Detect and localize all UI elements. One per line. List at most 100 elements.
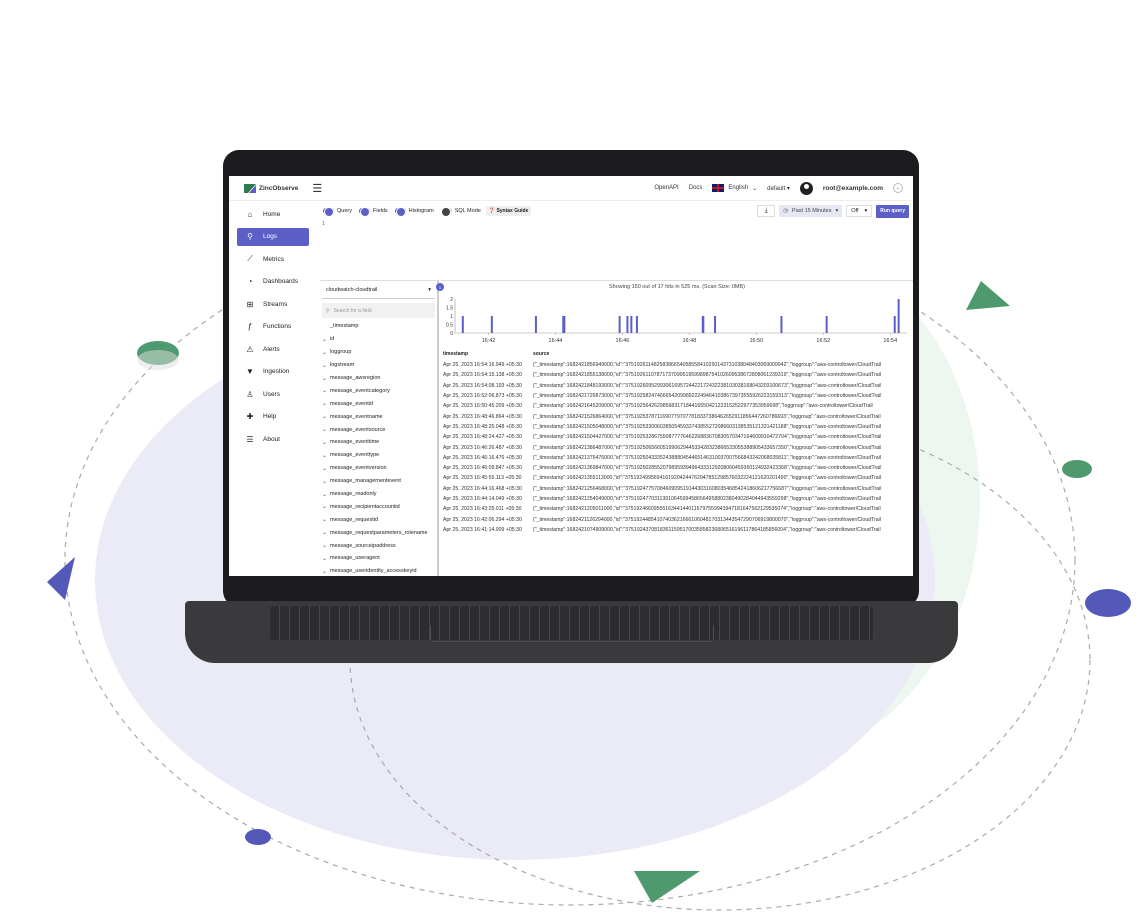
table-row[interactable]: Apr 25, 2023 16:45:55.113 +05:30 {"_times… <box>441 473 913 483</box>
histogram-bar <box>635 316 638 333</box>
syntax-guide-button[interactable]: ❓ Syntax Guide <box>485 206 532 216</box>
table-row[interactable]: Apr 25, 2023 16:54:15.138 +05:30 {"_times… <box>441 370 913 380</box>
sql-mode-toggle-label: SQL Mode <box>454 208 481 214</box>
openapi-link[interactable]: OpenAPI <box>654 185 678 191</box>
user-email[interactable]: root@example.com <box>823 185 883 192</box>
uk-flag-icon <box>712 184 725 192</box>
download-icon: ⤓ <box>764 207 768 214</box>
sidebar-item-about[interactable]: ☰ About <box>237 430 309 448</box>
chevron-down-icon: ⌄ <box>322 388 328 395</box>
field-item[interactable]: ⌄ message_useridentity_accesskeyid <box>320 565 437 576</box>
field-item[interactable]: ⌄ message_eventtype <box>320 449 437 462</box>
chevron-down-icon: ⌄ <box>322 427 328 434</box>
refresh-interval-selector[interactable]: Off ▾ <box>846 205 873 217</box>
histogram-chart: 2 1.5 1 0.5 0 16:42 16:44 16:46 16:48 16:50 16:52 1… <box>446 297 907 344</box>
table-row[interactable]: Apr 25, 2023 16:46:09.847 +05:30 {"_times… <box>441 463 913 473</box>
field-item[interactable]: ⌄ message_recipientaccountid <box>320 500 437 513</box>
table-row[interactable]: Apr 25, 2023 16:42:06.294 +05:30 {"_times… <box>441 514 913 524</box>
sql-mode-toggle[interactable] <box>440 207 452 217</box>
sidebar-item-home[interactable]: ⌂ Home <box>237 205 309 223</box>
app-window: ZincObserve ☰ OpenAPI Docs English ⌄ def… <box>229 176 913 576</box>
field-item[interactable]: ⌄ message_managementevent <box>320 475 437 488</box>
field-item[interactable]: ⌄ message_useragent <box>320 552 437 565</box>
field-item[interactable]: _timestamp <box>320 320 437 333</box>
histogram-toggle[interactable] <box>394 207 406 217</box>
table-icon: ⊞ <box>246 299 254 309</box>
table-row[interactable]: Apr 25, 2023 16:50:45.209 +05:30 {"_times… <box>441 401 913 411</box>
table-row[interactable]: Apr 25, 2023 16:44:14.049 +05:30 {"_times… <box>441 494 913 504</box>
laptop-trackpad <box>430 625 714 642</box>
table-row[interactable]: Apr 25, 2023 16:46:26.487 +05:30 {"_times… <box>441 442 913 452</box>
menu-icon[interactable]: ☰ <box>312 182 322 195</box>
table-row[interactable]: Apr 25, 2023 16:41:14.909 +05:30 {"_times… <box>441 525 913 535</box>
field-item[interactable]: ⌄ message_requestparameters_rolename <box>320 526 437 539</box>
table-row[interactable]: Apr 25, 2023 16:43:25.011 +05:30 {"_times… <box>441 504 913 514</box>
field-item[interactable]: ⌄ message_eventcategory <box>320 384 437 397</box>
table-row[interactable]: Apr 25, 2023 16:54:08.193 +05:30 {"_times… <box>441 381 913 391</box>
sidebar-item-metrics[interactable]: ⟋ Metrics <box>237 250 309 268</box>
field-item[interactable]: ⌄ message_requestid <box>320 513 437 526</box>
query-editor[interactable]: 1 <box>320 221 913 278</box>
sidebar-item-logs[interactable]: ⚲ Logs <box>237 227 309 246</box>
field-item[interactable]: ⌄ message_sourceipaddress <box>320 539 437 552</box>
field-item[interactable]: ⌄ loggroup <box>320 346 437 359</box>
field-item[interactable]: ⌄ message_eventversion <box>320 462 437 475</box>
user-menu-chevron-icon[interactable]: ⌄ <box>893 183 903 193</box>
stream-label: cloudwatch-cloudtrail <box>326 286 378 293</box>
row-source: {"_timestamp":1682421126294000,"id":"375… <box>533 516 881 523</box>
app-logo[interactable]: ZincObserve <box>244 183 298 193</box>
row-source: {"_timestamp":1682421074909000,"id":"375… <box>533 526 881 533</box>
sidebar-item-label: Streams <box>263 300 288 308</box>
sidebar-item-alerts[interactable]: ⚠ Alerts <box>237 340 309 358</box>
table-row[interactable]: Apr 25, 2023 16:44:16.468 +05:30 {"_times… <box>441 484 913 494</box>
table-row[interactable]: Apr 25, 2023 16:48:46.864 +05:30 {"_times… <box>441 411 913 421</box>
table-row[interactable]: Apr 25, 2023 16:52:06.873 +05:30 {"_times… <box>441 391 913 401</box>
field-item[interactable]: ⌄ message_awsregion <box>320 372 437 385</box>
sidebar-item-ingestion[interactable]: ▼ Ingestion <box>237 363 309 381</box>
field-item[interactable]: ⌄ message_eventid <box>320 397 437 410</box>
field-item[interactable]: ⌄ id <box>320 333 437 346</box>
avatar[interactable] <box>799 181 813 195</box>
sidebar-item-streams[interactable]: ⊞ Streams <box>237 295 309 313</box>
column-header-timestamp[interactable]: timestamp <box>441 351 533 360</box>
language-selector[interactable]: English ⌄ <box>712 184 757 192</box>
sidebar-item-help[interactable]: ✚ Help <box>237 408 309 426</box>
top-bar: ZincObserve ☰ OpenAPI Docs English ⌄ def… <box>229 176 913 201</box>
table-row[interactable]: Apr 25, 2023 16:46:16.476 +05:30 {"_times… <box>441 453 913 463</box>
field-item[interactable]: ⌄ message_readonly <box>320 488 437 501</box>
sidebar-item-label: Ingestion <box>263 368 290 375</box>
table-header: timestamp source <box>441 351 913 360</box>
field-name: message_eventtype <box>330 452 380 459</box>
chevron-down-icon: ⌄ <box>322 439 328 446</box>
field-item[interactable]: ⌄ message_eventname <box>320 410 437 423</box>
search-icon: ⚲ <box>247 232 253 241</box>
docs-link[interactable]: Docs <box>689 185 703 191</box>
fields-toggle[interactable] <box>358 207 370 217</box>
sidebar-item-functions[interactable]: ƒ Functions <box>237 318 309 336</box>
table-row[interactable]: Apr 25, 2023 16:54:16.949 +05:30 {"_times… <box>441 360 913 370</box>
table-row[interactable]: Apr 25, 2023 16:48:24.427 +05:30 {"_times… <box>441 432 913 442</box>
download-button[interactable]: ⤓ <box>757 205 776 217</box>
run-query-button[interactable]: Run query <box>876 204 909 218</box>
table-row[interactable]: Apr 25, 2023 16:48:25.048 +05:30 {"_times… <box>441 422 913 432</box>
row-timestamp: Apr 25, 2023 16:50:45.209 +05:30 <box>443 403 522 410</box>
sidebar: ⌂ Home ⚲ Logs ⟋ Metrics ◔ Dashboards ⊞ S… <box>229 201 314 576</box>
row-source: {"_timestamp":1682421526864000,"id":"375… <box>533 413 881 420</box>
field-search-input[interactable]: ⚲ Search for a field <box>322 303 435 318</box>
sidebar-item-label: Home <box>263 210 281 218</box>
stream-selector[interactable]: cloudwatch-cloudtrail ▾ <box>322 281 435 299</box>
column-header-source[interactable]: source <box>533 351 549 360</box>
row-source: {"_timestamp":1682421856949000,"id":"375… <box>533 362 881 369</box>
org-selector[interactable]: default ▾ <box>767 185 790 192</box>
time-range-label: Past 15 Minutes <box>792 208 832 214</box>
field-item[interactable]: ⌄ message_eventsource <box>320 423 437 436</box>
field-item[interactable]: ⌄ logstream <box>320 359 437 372</box>
sidebar-item-label: Logs <box>263 233 278 240</box>
sidebar-item-users[interactable]: ♙ Users <box>237 385 309 403</box>
field-item[interactable]: ⌄ message_eventtime <box>320 436 437 449</box>
time-range-selector[interactable]: ◷ Past 15 Minutes ▾ <box>779 205 843 217</box>
y-tick-label: 0.5 <box>446 323 453 329</box>
query-toggle[interactable] <box>323 207 334 217</box>
field-panel-collapse-badge[interactable]: 1 <box>436 283 444 291</box>
sidebar-item-dashboards[interactable]: ◔ Dashboards <box>237 273 309 291</box>
